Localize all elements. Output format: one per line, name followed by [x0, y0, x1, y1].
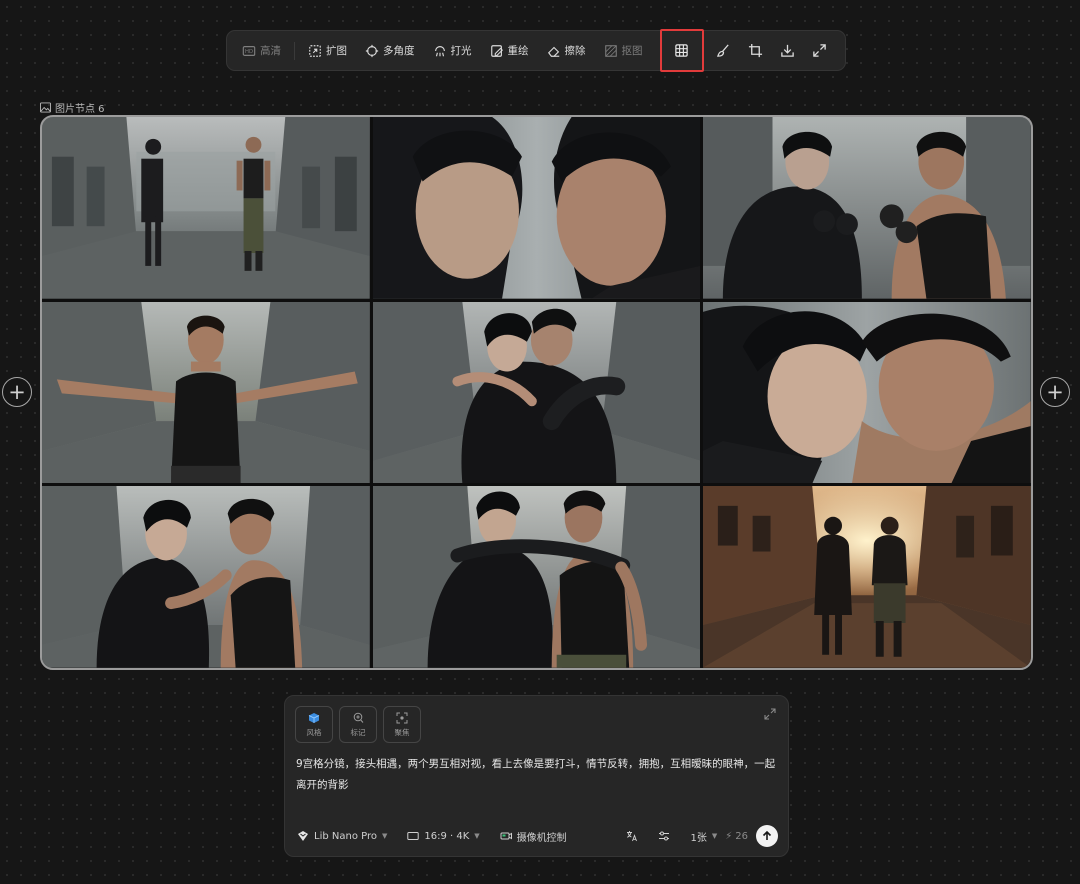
translate-button[interactable]: [626, 830, 638, 842]
storyboard-panel-7[interactable]: [42, 486, 370, 668]
translate-icon: [627, 831, 638, 842]
eraser-button[interactable]: 擦除: [538, 30, 595, 71]
eraser-label: 擦除: [564, 45, 586, 57]
style-chip[interactable]: 风格: [295, 706, 333, 743]
panel-6-image: [703, 301, 1031, 484]
settings-button[interactable]: [658, 830, 670, 842]
fullscreen-icon: [813, 44, 826, 57]
cutout-label: 抠图: [621, 45, 643, 57]
count-value: 1张: [690, 832, 707, 844]
model-selector[interactable]: Lib Nano Pro ▼: [297, 830, 387, 842]
style-chip-label: 风格: [306, 727, 322, 737]
chevron-down-icon: ▼: [711, 832, 718, 840]
mark-chip[interactable]: 标记: [339, 706, 377, 743]
fullscreen-button[interactable]: [804, 30, 836, 71]
hd-button[interactable]: HD 高清: [233, 30, 290, 71]
redraw-label: 重绘: [507, 45, 529, 57]
send-button[interactable]: [756, 825, 778, 847]
eraser-icon: [547, 46, 559, 57]
credit-cost: ⚡ 26: [725, 831, 748, 842]
panel-8-image: [372, 486, 701, 668]
image-icon: [40, 102, 51, 113]
storyboard-panel-3[interactable]: [703, 117, 1031, 299]
brush-button[interactable]: [708, 30, 740, 71]
node-title: 图片节点 6: [55, 104, 105, 115]
lightning-icon: ⚡: [725, 830, 733, 842]
lighting-button[interactable]: 打光: [424, 30, 481, 71]
crop-icon: [748, 43, 763, 58]
panel-4-image: [42, 301, 370, 484]
grid-split-button[interactable]: [659, 29, 704, 72]
node-label: 图片节点 6: [40, 100, 105, 115]
focus-chip-label: 聚焦: [394, 727, 410, 737]
panel-3-image: [703, 117, 1031, 299]
redraw-icon: [490, 44, 503, 57]
storyboard-panel-1[interactable]: [42, 117, 370, 299]
focus-chip[interactable]: 聚焦: [383, 706, 421, 743]
panel-5-image: [372, 301, 701, 484]
storyboard-panel-2[interactable]: [372, 117, 701, 299]
panel-9-image: [703, 486, 1031, 668]
aspect-selector[interactable]: 16:9 · 4K ▼: [407, 830, 480, 842]
hd-label: 高清: [260, 45, 281, 57]
image-edit-toolbar: HD 高清 扩图 多角度 打光 重绘 擦除 抠图: [226, 29, 846, 72]
count-selector[interactable]: 1张 ▼: [690, 829, 717, 844]
multi-angle-icon: [365, 44, 379, 57]
svg-text:HD: HD: [245, 49, 253, 55]
download-icon: [781, 44, 794, 57]
expand-image-icon: [309, 44, 321, 57]
multi-angle-button[interactable]: 多角度: [356, 30, 424, 71]
chevron-down-icon: ▼: [474, 832, 480, 840]
camera-control-label: 摄像机控制: [516, 832, 567, 844]
crop-button[interactable]: [740, 30, 772, 71]
chevron-down-icon: ▼: [381, 832, 388, 840]
model-logo-icon: [298, 831, 308, 841]
mark-icon: [353, 712, 364, 723]
hd-icon: HD: [242, 45, 256, 56]
cutout-icon: [604, 44, 617, 57]
prompt-bottom-bar: Lib Nano Pro ▼ 16:9 · 4K ▼ 摄像机控制 1张 ▼ ⚡ …: [297, 825, 778, 847]
mark-chip-label: 标记: [350, 727, 366, 737]
focus-icon: [396, 712, 408, 723]
storyboard-panel-5[interactable]: [372, 301, 701, 484]
storyboard-panel-6[interactable]: [703, 301, 1031, 484]
storyboard-grid: [42, 117, 1031, 668]
lighting-icon: [434, 45, 445, 56]
aspect-ratio-icon: [407, 832, 420, 840]
redraw-button[interactable]: 重绘: [481, 30, 538, 71]
multi-angle-label: 多角度: [383, 45, 415, 57]
arrow-up-icon: [762, 830, 772, 840]
panel-7-image: [42, 486, 370, 668]
camera-icon: [500, 832, 512, 840]
model-name: Lib Nano Pro: [314, 830, 377, 842]
image-node[interactable]: [40, 115, 1033, 670]
panel-1-image: [42, 117, 370, 299]
storyboard-panel-4[interactable]: [42, 301, 370, 484]
storyboard-panel-9[interactable]: [703, 486, 1031, 668]
aspect-value: 16:9 · 4K: [424, 830, 470, 842]
prompt-text[interactable]: 9宫格分镜，接头相遇，两个男互相对视，看上去像是要打斗，情节反转，拥抱，互相暧昧…: [296, 754, 776, 796]
expand-image-label: 扩图: [326, 45, 347, 57]
brush-icon: [717, 44, 729, 57]
credit-value: 26: [735, 830, 748, 842]
storyboard-panel-8[interactable]: [372, 486, 701, 668]
download-button[interactable]: [772, 30, 804, 71]
prompt-chips: 风格 标记 聚焦: [295, 706, 421, 743]
expand-image-button[interactable]: 扩图: [299, 30, 356, 71]
panel-2-image: [372, 117, 701, 299]
toolbar-divider: [294, 41, 295, 60]
add-node-left-button[interactable]: +: [2, 377, 32, 407]
sliders-icon: [659, 831, 670, 841]
cutout-button[interactable]: 抠图: [595, 30, 652, 71]
lighting-label: 打光: [450, 45, 472, 57]
expand-prompt-icon[interactable]: [764, 708, 776, 720]
add-node-right-button[interactable]: +: [1040, 377, 1070, 407]
prompt-panel: 风格 标记 聚焦 9宫格分镜，接头相遇，两个男互相对视，看上去像是要打斗，情节反…: [284, 695, 789, 857]
grid-icon: [675, 44, 688, 57]
camera-control-button[interactable]: 摄像机控制: [500, 829, 567, 844]
style-cube-icon: [308, 712, 320, 723]
